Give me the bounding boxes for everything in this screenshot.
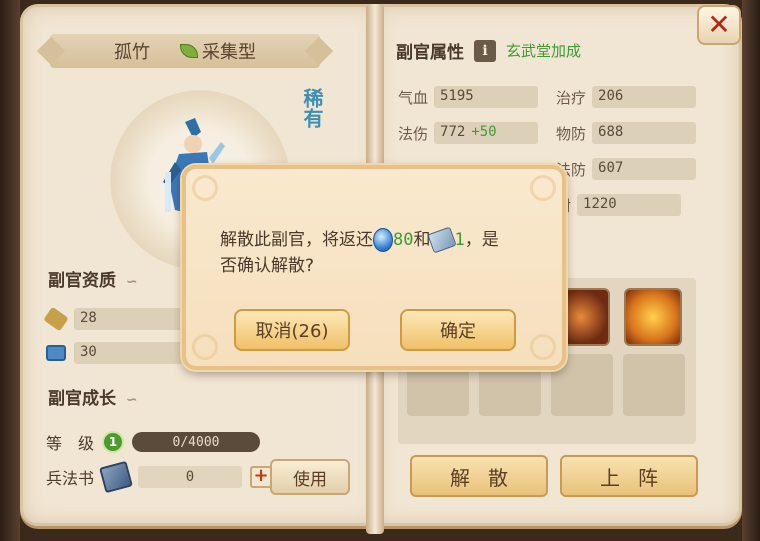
cancel-button[interactable]: 取消(26) — [234, 309, 350, 351]
armor-icon — [46, 345, 66, 361]
level-badge: 1 — [102, 431, 125, 453]
tactics-book-icon — [99, 460, 133, 494]
gem-icon — [373, 228, 393, 252]
attr-magic-attack-value: 772 +50 — [434, 122, 539, 144]
leaf-icon — [180, 44, 198, 58]
dismiss-button[interactable]: 解散 — [410, 455, 548, 497]
attr-phys-def: 物防 688 — [556, 122, 697, 144]
growth-title: 副官成长 ∽ — [48, 384, 138, 409]
attributes-title: 副官属性 — [396, 43, 464, 63]
attr-magic-def-value: 607 — [592, 158, 697, 180]
dialog-text-line2: 否确认解散? — [220, 256, 315, 276]
sword-scroll-icon — [43, 306, 69, 332]
attr-heal-value: 206 — [592, 86, 697, 108]
hero-name: 孤竹 — [114, 42, 150, 63]
confirm-button[interactable]: 确定 — [400, 309, 516, 351]
attr-hp-number: 5195 — [440, 88, 474, 104]
attr-magic-def-number: 607 — [598, 160, 624, 176]
attr-hp-label: 气血 — [398, 88, 429, 107]
attr-magic-attack: 法伤 772 +50 — [398, 122, 539, 144]
skill-slot-empty[interactable] — [623, 354, 685, 416]
attr-phys-def-label: 物防 — [556, 124, 587, 143]
info-icon[interactable]: i — [474, 39, 496, 62]
book-row: 兵法书 0 + — [46, 460, 273, 494]
dialog-corner-ornament — [192, 334, 218, 360]
tactics-book-icon — [427, 226, 458, 254]
growth-title-text: 副官成长 — [48, 389, 116, 409]
attr-heal-label: 治疗 — [556, 88, 587, 107]
attr-seal-number: 1220 — [583, 196, 617, 212]
attributes-header: 副官属性 i 玄武堂加成 — [396, 38, 581, 63]
book-quantity[interactable]: 0 — [138, 466, 243, 488]
aptitude-title: 副官资质 ∽ — [48, 266, 138, 291]
attr-hp-value: 5195 — [434, 86, 539, 108]
level-row: 等 级 1 0/4000 — [46, 430, 261, 454]
book-label: 兵法书 — [46, 469, 95, 488]
close-button[interactable]: ✕ — [697, 5, 741, 45]
attr-magic-attack-number: 772 — [440, 124, 466, 140]
chain-icon: ∽ — [125, 274, 138, 290]
book-amount: 1 — [454, 230, 465, 250]
attr-magic-def: 法防 607 — [556, 158, 697, 180]
dialog-message: 解散此副官，将返还 80和 1，是 否确认解散? — [220, 226, 540, 279]
add-book-button[interactable]: + — [250, 466, 273, 488]
level-label: 等 级 — [46, 434, 95, 453]
background-edge-right — [742, 0, 760, 541]
confirm-dialog: 解散此副官，将返还 80和 1，是 否确认解散? 取消(26) 确定 — [182, 165, 566, 370]
bonus-label: 玄武堂加成 — [506, 42, 582, 60]
chain-icon: ∽ — [125, 392, 138, 408]
attr-heal-number: 206 — [598, 88, 624, 104]
rarity-label: 稀有 — [300, 88, 324, 128]
dialog-corner-ornament — [192, 175, 218, 201]
attr-magic-attack-label: 法伤 — [398, 124, 429, 143]
attr-phys-def-value: 688 — [592, 122, 697, 144]
use-button[interactable]: 使用 — [270, 459, 350, 495]
attr-hp: 气血 5195 — [398, 86, 539, 108]
dialog-text-prefix: 解散此副官，将返还 — [220, 230, 373, 250]
hero-type: 采集型 — [180, 38, 256, 64]
gem-amount: 80 — [393, 230, 414, 250]
dialog-text-suffix: ，是 — [464, 230, 499, 250]
hero-name-banner: 孤竹 采集型 — [50, 34, 320, 68]
attr-phys-def-number: 688 — [598, 124, 624, 140]
attr-heal: 治疗 206 — [556, 86, 697, 108]
dialog-corner-ornament — [530, 334, 556, 360]
attr-seal: 封 1220 — [556, 194, 682, 216]
deploy-button[interactable]: 上阵 — [560, 455, 698, 497]
skill-bell-icon[interactable] — [624, 288, 682, 346]
attr-seal-value: 1220 — [577, 194, 682, 216]
dialog-corner-ornament — [530, 175, 556, 201]
aptitude-title-text: 副官资质 — [48, 271, 116, 291]
exp-bar: 0/4000 — [132, 432, 261, 452]
attr-magic-attack-bonus: +50 — [471, 124, 497, 140]
dialog-conjunction: 和 — [413, 230, 431, 250]
hero-type-label: 采集型 — [202, 42, 256, 63]
